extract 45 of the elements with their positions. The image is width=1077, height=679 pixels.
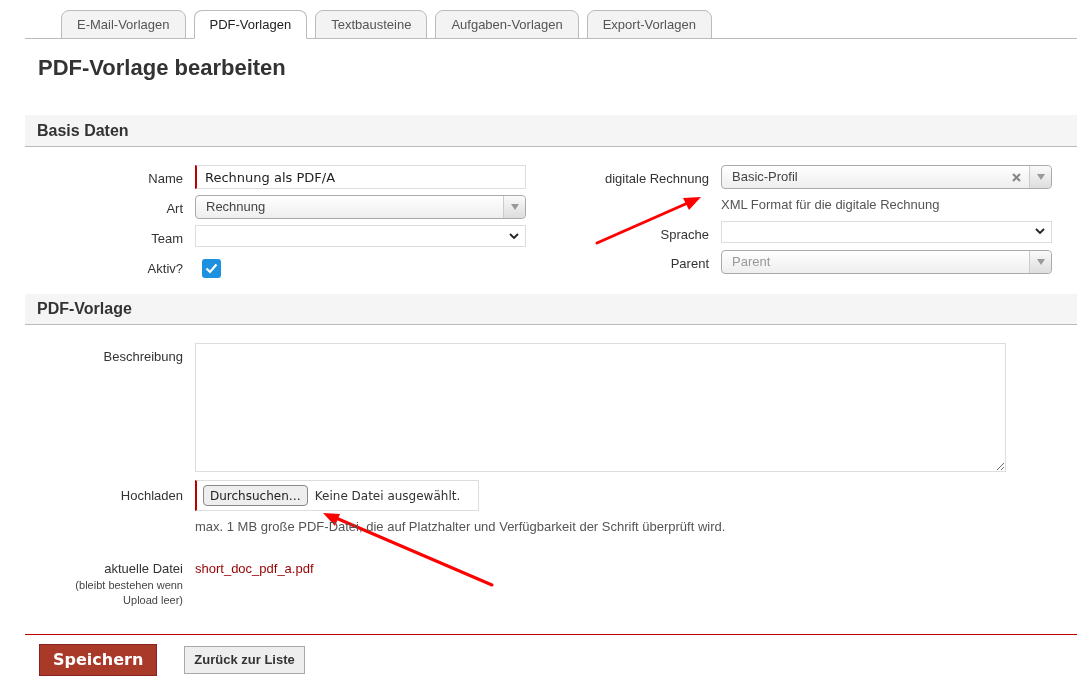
caret-icon (1036, 259, 1045, 265)
tab[interactable]: Aufgaben-Vorlagen (435, 10, 579, 39)
file-input[interactable]: Durchsuchen… Keine Datei ausgewählt. (195, 480, 479, 511)
dropdown-toggle[interactable] (1029, 166, 1051, 188)
select-field[interactable] (195, 225, 526, 247)
section-title: Basis Daten (37, 120, 129, 141)
select-value: Basic-Profil (731, 168, 799, 187)
field-label: aktuelle Datei (104, 559, 183, 578)
back-button[interactable]: Zurück zur Liste (184, 646, 305, 674)
checkmark-icon (205, 262, 218, 274)
field-label: Sprache (659, 225, 709, 244)
combo-select[interactable]: Rechnung (195, 195, 526, 219)
dropdown-toggle[interactable] (503, 196, 525, 218)
chevron-down-icon (1035, 228, 1045, 235)
browse-button[interactable]: Durchsuchen… (203, 485, 308, 506)
field-label: Art (165, 200, 183, 218)
help-text: XML Format für die digitale Rechnung (721, 196, 941, 214)
page-title: PDF-Vorlage bearbeiten (37, 54, 287, 82)
field-label: Beschreibung (102, 348, 183, 366)
chevron-down-icon (509, 232, 519, 240)
field-label: Aktiv? (146, 259, 183, 278)
file-link[interactable]: short_doc_pdf_a.pdf (195, 558, 314, 578)
select-value: Rechnung (205, 198, 267, 217)
caret-icon (1036, 174, 1045, 180)
tab[interactable]: Textbausteine (315, 10, 428, 39)
combo-select[interactable]: Basic-Profil (721, 165, 1052, 189)
dropdown-toggle[interactable] (1029, 251, 1051, 273)
save-button[interactable]: Speichern (39, 644, 158, 676)
name-input[interactable]: Rechnung als PDF/A (195, 165, 526, 189)
caret-icon (510, 204, 519, 210)
select-field[interactable] (721, 220, 1052, 243)
field-label: Parent (669, 255, 709, 273)
checkbox[interactable] (202, 258, 221, 278)
field-note: (bleibt bestehen wenn Upload leer) (74, 578, 183, 608)
field-label: digitale Rechnung (603, 170, 709, 188)
tab[interactable]: PDF-Vorlagen (193, 10, 308, 39)
field-label: Team (150, 230, 183, 248)
file-status: Keine Datei ausgewählt. (314, 487, 461, 505)
select-placeholder: Parent (731, 253, 772, 272)
section-title: PDF-Vorlage (37, 299, 132, 319)
tab[interactable]: Export-Vorlagen (586, 10, 712, 39)
clear-icon[interactable] (1012, 172, 1021, 182)
field-label: Name (147, 170, 183, 188)
tab[interactable]: E-Mail-Vorlagen (61, 10, 186, 39)
field-label: Hochladen (119, 487, 183, 505)
